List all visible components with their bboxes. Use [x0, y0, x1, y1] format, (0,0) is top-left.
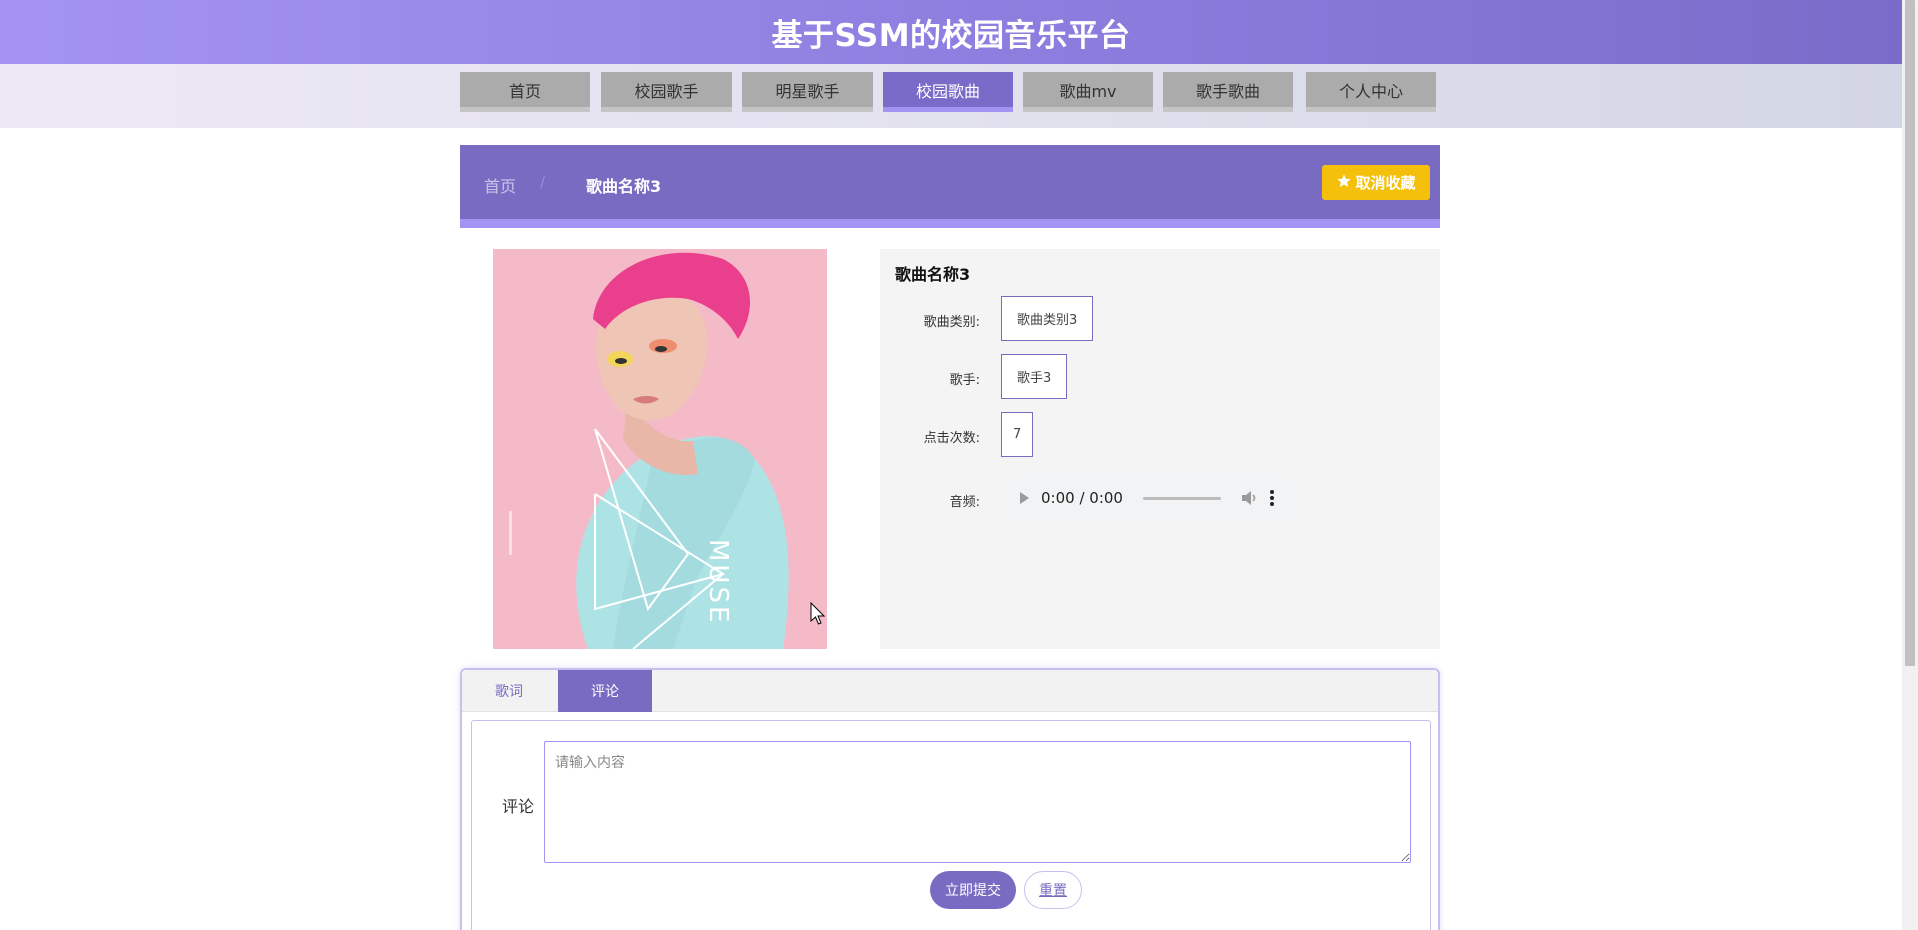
audio-time: 0:00 / 0:00	[1041, 489, 1123, 507]
submit-button[interactable]: 立即提交	[930, 871, 1016, 909]
page: 基于SSM的校园音乐平台 首页 校园歌手 明星歌手 校园歌曲 歌曲mv 歌手歌曲…	[0, 0, 1918, 930]
tab-lyrics[interactable]: 歌词	[462, 670, 556, 712]
nav-item-singer-songs[interactable]: 歌手歌曲	[1163, 72, 1293, 112]
site-title: 基于SSM的校园音乐平台	[771, 17, 1131, 54]
nav-item-home[interactable]: 首页	[460, 72, 590, 112]
audio-label: 音频:	[949, 495, 980, 510]
unfavorite-button[interactable]: 取消收藏	[1322, 165, 1430, 200]
site-header: 基于SSM的校园音乐平台	[0, 0, 1902, 64]
breadcrumb-home-link[interactable]: 首页	[484, 173, 516, 197]
comment-input[interactable]	[544, 741, 1411, 863]
song-cover-image: MUSE	[493, 249, 827, 649]
main-nav: 首页 校园歌手 明星歌手 校园歌曲 歌曲mv 歌手歌曲 个人中心	[460, 72, 1436, 112]
more-options-icon[interactable]	[1269, 489, 1275, 507]
page-scrollbar[interactable]	[1902, 0, 1918, 930]
breadcrumb-current: 歌曲名称3	[586, 177, 662, 196]
play-icon[interactable]	[1017, 491, 1031, 505]
reset-button[interactable]: 重置	[1024, 871, 1082, 909]
comment-label: 评论	[501, 797, 534, 816]
category-label: 歌曲类别:	[923, 315, 980, 330]
volume-icon[interactable]	[1241, 490, 1259, 506]
cover-title-text: MUSE	[703, 539, 733, 626]
singer-label: 歌手:	[949, 373, 980, 388]
star-icon	[1336, 173, 1352, 193]
nav-band: 首页 校园歌手 明星歌手 校园歌曲 歌曲mv 歌手歌曲 个人中心	[0, 64, 1902, 128]
nav-item-campus-singers[interactable]: 校园歌手	[601, 72, 732, 112]
unfavorite-button-label: 取消收藏	[1355, 174, 1416, 192]
audio-progress-slider[interactable]	[1142, 496, 1221, 500]
nav-item-campus-songs[interactable]: 校园歌曲	[883, 72, 1013, 112]
comment-form: 评论 立即提交 重置	[471, 720, 1431, 930]
song-info-panel: 歌曲名称3 歌曲类别: 歌曲类别3 歌手: 歌手3 点击次数: 7 音频: 0:…	[880, 249, 1440, 649]
nav-item-personal-center[interactable]: 个人中心	[1306, 72, 1436, 112]
tab-header: 歌词 评论	[462, 670, 1438, 712]
category-value: 歌曲类别3	[1001, 296, 1094, 341]
clicks-label: 点击次数:	[923, 431, 980, 446]
mouse-cursor-icon	[810, 601, 826, 626]
detail-tabs: 歌词 评论 评论 立即提交 重置	[460, 668, 1440, 930]
song-name: 歌曲名称3	[895, 265, 971, 284]
nav-item-song-mv[interactable]: 歌曲mv	[1023, 72, 1153, 112]
nav-item-star-singers[interactable]: 明星歌手	[742, 72, 873, 112]
scrollbar-thumb[interactable]	[1905, 0, 1915, 666]
breadcrumb: 首页 / 歌曲名称3 取消收藏	[460, 145, 1440, 228]
singer-value: 歌手3	[1001, 354, 1068, 399]
breadcrumb-separator: /	[540, 173, 546, 191]
tab-comment[interactable]: 评论	[558, 670, 652, 712]
clicks-value: 7	[1001, 412, 1034, 457]
audio-player: 0:00 / 0:00	[1001, 474, 1301, 522]
